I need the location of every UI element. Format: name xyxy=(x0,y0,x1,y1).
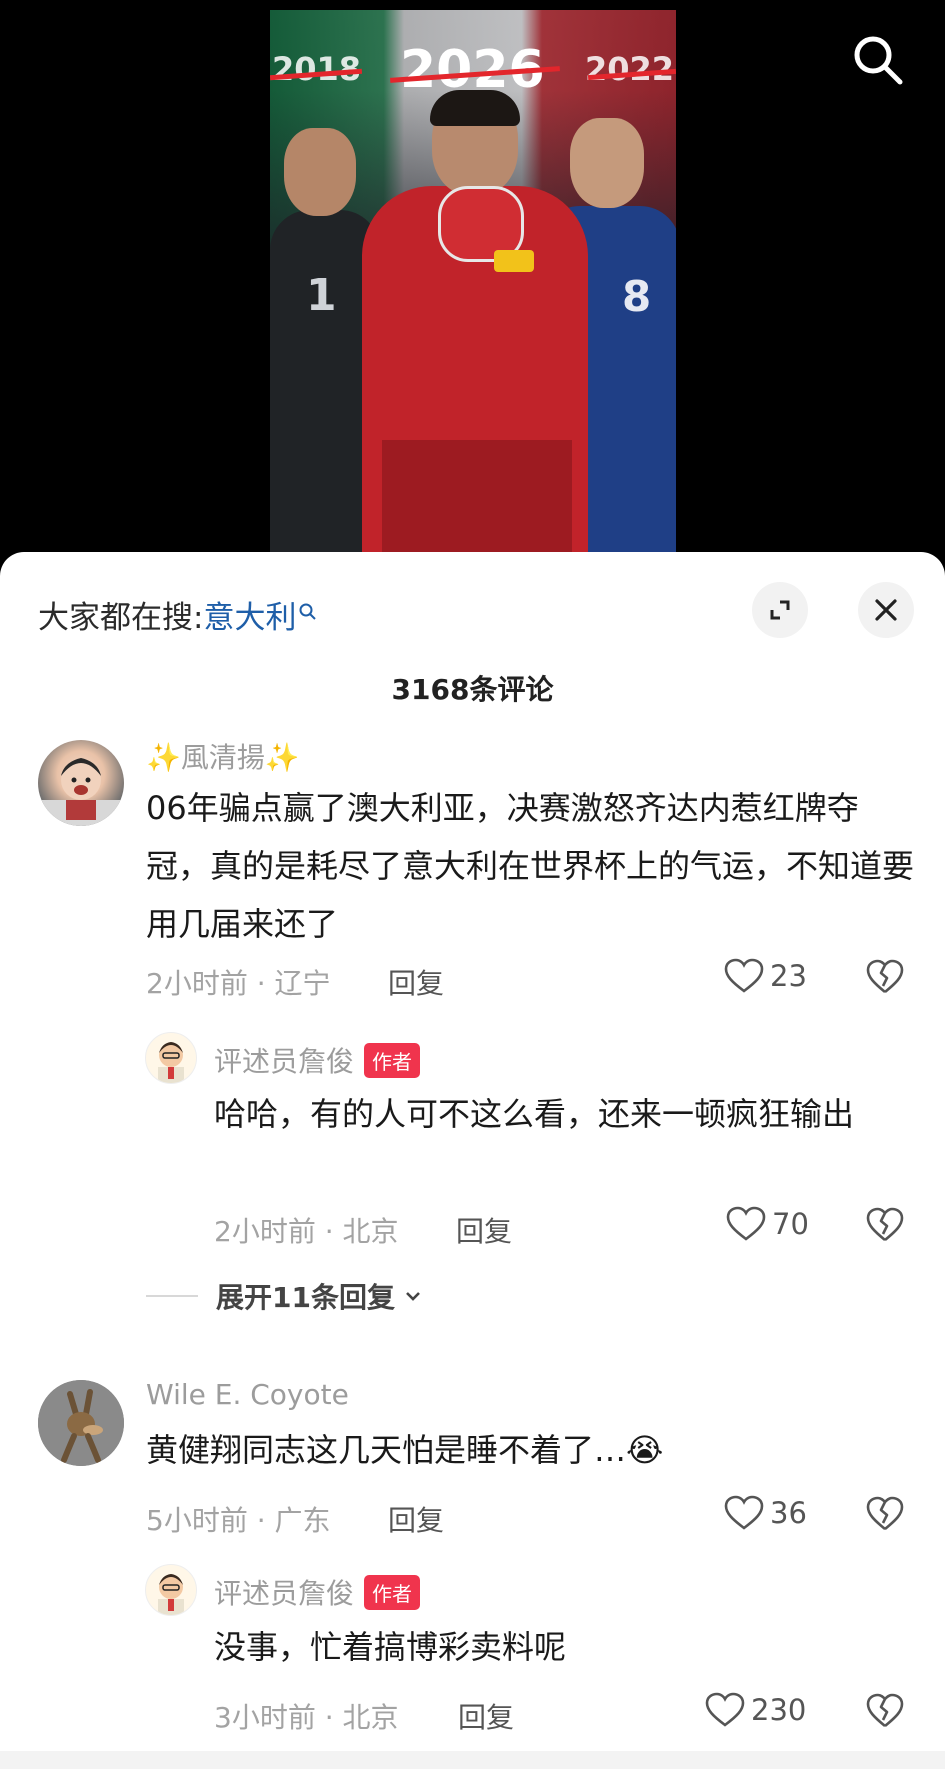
like-count: 36 xyxy=(770,1496,807,1530)
comment-text: 黄健翔同志这几天怕是睡不着了…😭 xyxy=(146,1431,664,1469)
heart-icon xyxy=(724,958,764,993)
broken-heart-icon xyxy=(866,1496,904,1531)
broken-heart-icon xyxy=(866,1693,904,1728)
search-icon xyxy=(854,36,903,85)
reply-button[interactable]: 回复 xyxy=(458,1696,514,1736)
comments-panel: 大家都在搜:意大利 3168条评论 ✨風清揚✨ 06年骗点赢了澳大利亚，决赛激怒… xyxy=(0,552,945,1769)
video-player[interactable]: 1 8 2018 2026 2022 xyxy=(0,0,945,560)
reply-button[interactable]: 回复 xyxy=(456,1210,512,1250)
author-badge: 作者 xyxy=(364,1042,421,1078)
year-banner: 2018 2026 2022 xyxy=(270,36,676,100)
like-button[interactable]: 36 xyxy=(724,1495,807,1531)
broken-heart-icon xyxy=(866,959,904,994)
reply-text: 哈哈，有的人可不这么看，还来一顿疯狂输出 xyxy=(214,1095,855,1133)
heart-icon xyxy=(726,1206,766,1241)
comment-username[interactable]: ✨風清揚✨ xyxy=(146,736,300,776)
reply-button[interactable]: 回复 xyxy=(388,1499,444,1539)
expand-button[interactable] xyxy=(752,582,808,638)
dislike-button[interactable] xyxy=(866,1693,904,1733)
reply-meta: 3小时前 · 北京 xyxy=(214,1701,399,1734)
reply-username-text[interactable]: 评述员詹俊 xyxy=(214,1045,354,1078)
like-button[interactable]: 23 xyxy=(724,958,807,994)
like-count: 23 xyxy=(770,959,807,993)
dislike-button[interactable] xyxy=(866,959,904,999)
chevron-down-icon xyxy=(406,1292,420,1301)
expand-replies-button[interactable]: 展开11条回复 xyxy=(146,1276,425,1316)
dislike-button[interactable] xyxy=(866,1207,904,1247)
reply-meta: 2小时前 · 北京 xyxy=(214,1215,399,1248)
expand-icon xyxy=(770,600,790,620)
reply-username-text[interactable]: 评述员詹俊 xyxy=(214,1577,354,1610)
reply-text: 没事，忙着搞博彩卖料呢 xyxy=(214,1628,567,1666)
avatar[interactable] xyxy=(38,1380,124,1466)
like-button[interactable]: 230 xyxy=(705,1692,806,1728)
comment-input-bar-edge xyxy=(0,1751,945,1769)
avatar[interactable] xyxy=(145,1564,197,1616)
author-badge: 作者 xyxy=(364,1574,421,1610)
video-poster: 1 8 2018 2026 2022 xyxy=(270,10,676,558)
heart-icon xyxy=(724,1495,764,1530)
comment-text: 06年骗点赢了澳大利亚，决赛激怒齐达内惹红牌夺冠，真的是耗尽了意大利在世界杯上的… xyxy=(146,789,915,943)
comment-meta: 5小时前 · 广东 xyxy=(146,1504,331,1537)
reply-button[interactable]: 回复 xyxy=(388,962,444,1002)
comment-username[interactable]: Wile E. Coyote xyxy=(146,1378,349,1411)
comment-meta: 2小时前 · 辽宁 xyxy=(146,967,331,1000)
avatar[interactable] xyxy=(38,740,124,826)
search-button[interactable] xyxy=(850,32,906,88)
search-icon xyxy=(298,594,318,630)
like-button[interactable]: 70 xyxy=(726,1206,809,1242)
like-count: 230 xyxy=(751,1693,807,1727)
heart-icon xyxy=(705,1692,745,1727)
suggest-keyword-link[interactable]: 意大利 xyxy=(203,600,296,636)
captain-armband xyxy=(494,250,534,272)
expand-replies-label: 展开11条回复 xyxy=(216,1281,395,1314)
avatar[interactable] xyxy=(145,1032,197,1084)
dislike-button[interactable] xyxy=(866,1496,904,1536)
like-count: 70 xyxy=(772,1207,809,1241)
jersey-number-right: 8 xyxy=(622,272,652,321)
comment-count: 3168条评论 xyxy=(391,673,554,706)
trending-search-suggestion: 大家都在搜:意大利 xyxy=(38,592,318,637)
reply-username: 评述员詹俊 作者 xyxy=(214,1040,421,1081)
close-icon xyxy=(875,599,897,621)
reply-username: 评述员詹俊 作者 xyxy=(214,1572,421,1613)
suggest-prefix: 大家都在搜: xyxy=(38,600,204,636)
close-button[interactable] xyxy=(858,582,914,638)
jersey-number-left: 1 xyxy=(306,270,337,321)
broken-heart-icon xyxy=(866,1207,904,1242)
